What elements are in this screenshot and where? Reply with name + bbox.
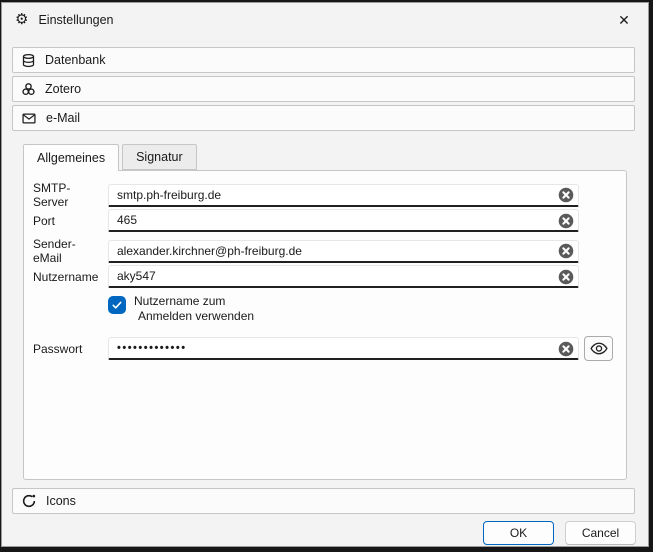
- sender-email-field-wrap: [108, 240, 579, 263]
- section-email[interactable]: e-Mail: [12, 105, 635, 131]
- smtp-server-input[interactable]: [108, 184, 579, 207]
- clear-icon[interactable]: [558, 187, 574, 203]
- section-label: Datenbank: [45, 53, 105, 67]
- nutzername-field-wrap: [108, 265, 579, 288]
- port-label: Port: [33, 214, 103, 228]
- use-username-label: Nutzername zum Anmelden verwenden: [134, 294, 254, 324]
- database-icon: [21, 53, 36, 68]
- clear-icon[interactable]: [558, 269, 574, 285]
- settings-window: ⚙ Einstellungen ✕ Datenbank Zotero: [1, 2, 649, 547]
- gear-icon: ⚙: [15, 12, 28, 27]
- zotero-icon: [21, 82, 36, 97]
- window-title: Einstellungen: [38, 13, 113, 27]
- section-label: Zotero: [45, 82, 81, 96]
- email-general-panel: SMTP-Server Port Sender-eMail: [23, 170, 627, 480]
- nutzername-label: Nutzername: [33, 270, 103, 284]
- smtp-server-field-wrap: [108, 184, 579, 207]
- passwort-label: Passwort: [33, 342, 103, 356]
- smtp-server-label: SMTP-Server: [33, 181, 103, 209]
- clear-icon[interactable]: [558, 243, 574, 259]
- cancel-button[interactable]: Cancel: [565, 521, 636, 545]
- section-datenbank[interactable]: Datenbank: [12, 47, 635, 73]
- show-password-button[interactable]: [584, 336, 613, 361]
- port-field-wrap: [108, 209, 579, 232]
- email-tabs: Allgemeines Signatur: [23, 144, 648, 170]
- sender-email-row: Sender-eMail: [33, 237, 618, 260]
- passwort-input[interactable]: [108, 337, 579, 360]
- clear-icon[interactable]: [558, 341, 574, 357]
- nutzername-input[interactable]: [108, 265, 579, 288]
- section-icons[interactable]: Icons: [12, 488, 635, 514]
- mail-icon: [21, 111, 37, 126]
- eye-icon: [590, 341, 608, 356]
- smtp-server-row: SMTP-Server: [33, 181, 618, 204]
- title-bar: ⚙ Einstellungen ✕: [2, 3, 648, 36]
- footer: OK Cancel: [2, 521, 636, 545]
- port-row: Port: [33, 209, 618, 232]
- close-icon[interactable]: ✕: [613, 9, 635, 31]
- section-zotero[interactable]: Zotero: [12, 76, 635, 102]
- ok-button[interactable]: OK: [483, 521, 554, 545]
- refresh-icon: [21, 493, 37, 509]
- sender-email-input[interactable]: [108, 240, 579, 263]
- section-label: Icons: [46, 494, 76, 508]
- passwort-field-wrap: [108, 337, 579, 360]
- sender-email-label: Sender-eMail: [33, 237, 103, 265]
- port-input[interactable]: [108, 209, 579, 232]
- tab-allgemeines[interactable]: Allgemeines: [23, 144, 119, 171]
- passwort-row: Passwort: [33, 336, 618, 359]
- use-username-row: Nutzername zum Anmelden verwenden: [33, 294, 618, 324]
- check-icon: [111, 299, 123, 311]
- clear-icon[interactable]: [558, 213, 574, 229]
- use-username-checkbox[interactable]: [108, 296, 126, 314]
- tab-signatur[interactable]: Signatur: [122, 144, 197, 170]
- nutzername-row: Nutzername: [33, 265, 618, 288]
- section-label: e-Mail: [46, 111, 80, 125]
